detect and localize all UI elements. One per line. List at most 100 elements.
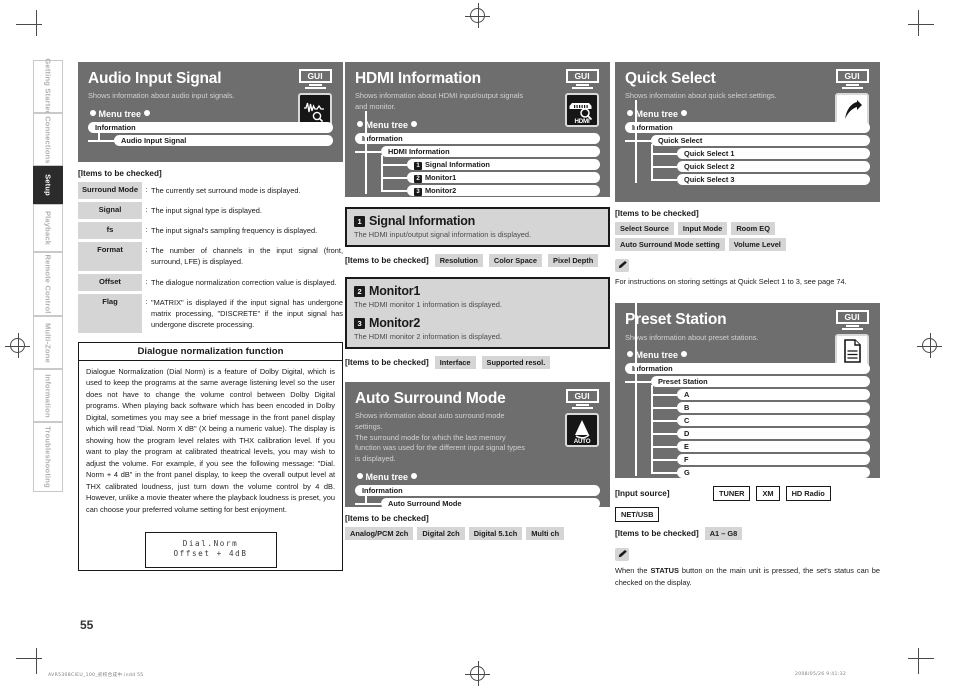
- panel-preset-station: Preset Station Shows information about p…: [615, 293, 880, 479]
- sidebar-item-multi-zone[interactable]: Multi-Zone: [33, 316, 63, 369]
- sidebar-item-troubleshooting[interactable]: Troubleshooting: [33, 422, 63, 492]
- tree-trunk: [651, 432, 653, 447]
- colon: :: [145, 205, 148, 215]
- dialogue-normalization-heading: Dialogue normalization function: [79, 342, 342, 361]
- icon-caption: AUTO: [573, 438, 591, 445]
- gui-base: [304, 87, 326, 89]
- menu-tree: Information HDMI Information 1 Signal Inf…: [355, 110, 600, 196]
- sidebar-item-setup[interactable]: Setup: [33, 166, 63, 204]
- tree-node-preset-station[interactable]: Preset Station: [651, 376, 870, 388]
- items-to-be-checked-label: [Items to be checked]: [345, 514, 429, 523]
- chip-digital-2ch: Digital 2ch: [417, 527, 465, 540]
- menu-tree: Information Auto Surround Mode: [355, 484, 600, 509]
- icon-caption: HDMI: [574, 118, 590, 125]
- sidebar-item-playback[interactable]: Playback: [33, 204, 63, 252]
- sidebar-item-information[interactable]: Information: [33, 369, 63, 422]
- term-surround-mode: Surround Mode: [78, 182, 142, 200]
- tree-node-audio-input-signal[interactable]: Audio Input Signal: [114, 135, 333, 146]
- panel-badges: GUI: [295, 69, 335, 127]
- sidebar-item-connections[interactable]: Connections: [33, 113, 63, 166]
- tree-node-monitor2[interactable]: 3 Monitor2: [407, 184, 600, 196]
- bullet-dot-icon: [143, 110, 150, 116]
- tree-node-root[interactable]: Information: [88, 122, 333, 133]
- tree-node-quick-select[interactable]: Quick Select: [651, 135, 870, 146]
- input-source-row: [Input source] TUNER XM HD Radio NET/USB: [615, 486, 880, 523]
- tree-node-signal-information[interactable]: 1 Signal Information: [407, 158, 600, 170]
- tree-node-label: Monitor2: [425, 185, 457, 195]
- chip-a1-g8: A1 – G8: [704, 527, 743, 541]
- gui-monitor-icon: GUI: [835, 310, 869, 331]
- tree-node-quick-select-2[interactable]: Quick Select 2: [677, 161, 870, 172]
- tree-node-preset-c[interactable]: C: [677, 415, 870, 427]
- dialogue-normalization-box: Dialogue normalization function Dialogue…: [78, 341, 343, 571]
- gui-badge-label: GUI: [565, 69, 599, 83]
- tree-node-preset-d[interactable]: D: [677, 428, 870, 440]
- gui-badge-label: GUI: [835, 310, 869, 325]
- bullet-dot-icon: [357, 472, 363, 479]
- tree-trunk: [651, 419, 653, 434]
- tree-elbow: [625, 165, 677, 185]
- tree-connector: [381, 189, 407, 192]
- tree-node-preset-a[interactable]: A: [677, 389, 870, 401]
- gui-stand: [845, 325, 859, 328]
- bullet-dot-icon: [627, 351, 633, 358]
- tree-connector: [651, 153, 677, 155]
- step-number: 3: [354, 318, 365, 329]
- tree-connector: [651, 433, 677, 436]
- bullet-dot-icon: [680, 351, 687, 358]
- tree-node-monitor1[interactable]: 2 Monitor1: [407, 171, 600, 183]
- block-desc: The HDMI monitor 2 information is displa…: [354, 332, 502, 341]
- panel-audio-input-signal: Audio Input Signal Shows information abo…: [78, 62, 343, 162]
- hdmi-magnifier-icon: HDMI: [565, 93, 599, 127]
- tree-node-root[interactable]: Information: [625, 363, 870, 375]
- term-signal: Signal: [78, 202, 142, 220]
- desc-offset: The dialogue normalization correction va…: [151, 277, 337, 287]
- table-row: Format : The number of channels in the i…: [78, 242, 343, 271]
- panel-quick-select: Quick Select Shows information about qui…: [615, 62, 880, 202]
- panel-subtitle: Shows information about quick select set…: [625, 91, 777, 101]
- menu-tree-label: Menu tree: [365, 471, 409, 482]
- lcd-line-1: Dial.Norm: [182, 539, 239, 549]
- tree-elbow: [625, 372, 651, 387]
- preset-station-note: When the STATUS button on the main unit …: [615, 565, 880, 588]
- chip-interface: Interface: [434, 356, 476, 369]
- block-desc: The HDMI input/output signal information…: [354, 230, 532, 239]
- tree-trunk: [635, 165, 637, 183]
- tree-connector: [651, 394, 677, 397]
- tree-node-quick-select-3[interactable]: Quick Select 3: [677, 174, 870, 185]
- tree-node-preset-f[interactable]: F: [677, 454, 870, 466]
- sidebar: Getting Started Connections Setup Playba…: [33, 58, 63, 492]
- column-hdmi-information: HDMI Information Shows information about…: [345, 62, 610, 543]
- footer-filename: AVR5308CIEU_100_初校合成中.indd 55: [48, 673, 144, 678]
- items-to-be-checked-label: [Items to be checked]: [615, 529, 699, 539]
- tree-node-root[interactable]: Information: [355, 484, 600, 496]
- tree-node-preset-b[interactable]: B: [677, 402, 870, 414]
- tree-node-root[interactable]: Information: [355, 132, 600, 144]
- gui-badge-label: GUI: [565, 389, 599, 403]
- sidebar-item-remote-control[interactable]: Remote Control: [33, 252, 63, 316]
- tree-node-preset-e[interactable]: E: [677, 441, 870, 453]
- chip-select-source: Select Source: [615, 222, 674, 235]
- menu-tree-label: Menu tree: [635, 350, 679, 361]
- tree-trunk: [651, 165, 653, 179]
- term-flag: Flag: [78, 293, 142, 333]
- bullet-dot-icon: [410, 120, 417, 127]
- term-offset: Offset: [78, 273, 142, 291]
- crop-mark-tl-h: [16, 24, 42, 25]
- sidebar-item-label: Connections: [43, 115, 53, 164]
- tree-connector: [651, 179, 677, 181]
- tree-node-auto-surround-mode[interactable]: Auto Surround Mode: [381, 497, 600, 509]
- tree-node-quick-select-1[interactable]: Quick Select 1: [677, 148, 870, 159]
- tree-row: Preset Station: [625, 372, 870, 388]
- tree-node-hdmi-information[interactable]: HDMI Information: [381, 145, 600, 157]
- tree-node-label: Signal Information: [425, 159, 490, 169]
- quick-select-note: For instructions on storing settings at …: [615, 277, 847, 286]
- chip-input-mode: Input Mode: [677, 222, 728, 235]
- tree-connector: [651, 420, 677, 423]
- term-format: Format: [78, 242, 142, 271]
- tree-trunk: [651, 393, 653, 408]
- sidebar-item-getting-started[interactable]: Getting Started: [33, 58, 63, 115]
- bullet-dot-icon: [357, 120, 363, 127]
- tree-node-preset-g[interactable]: G: [677, 467, 870, 479]
- tree-node-root[interactable]: Information: [625, 122, 870, 133]
